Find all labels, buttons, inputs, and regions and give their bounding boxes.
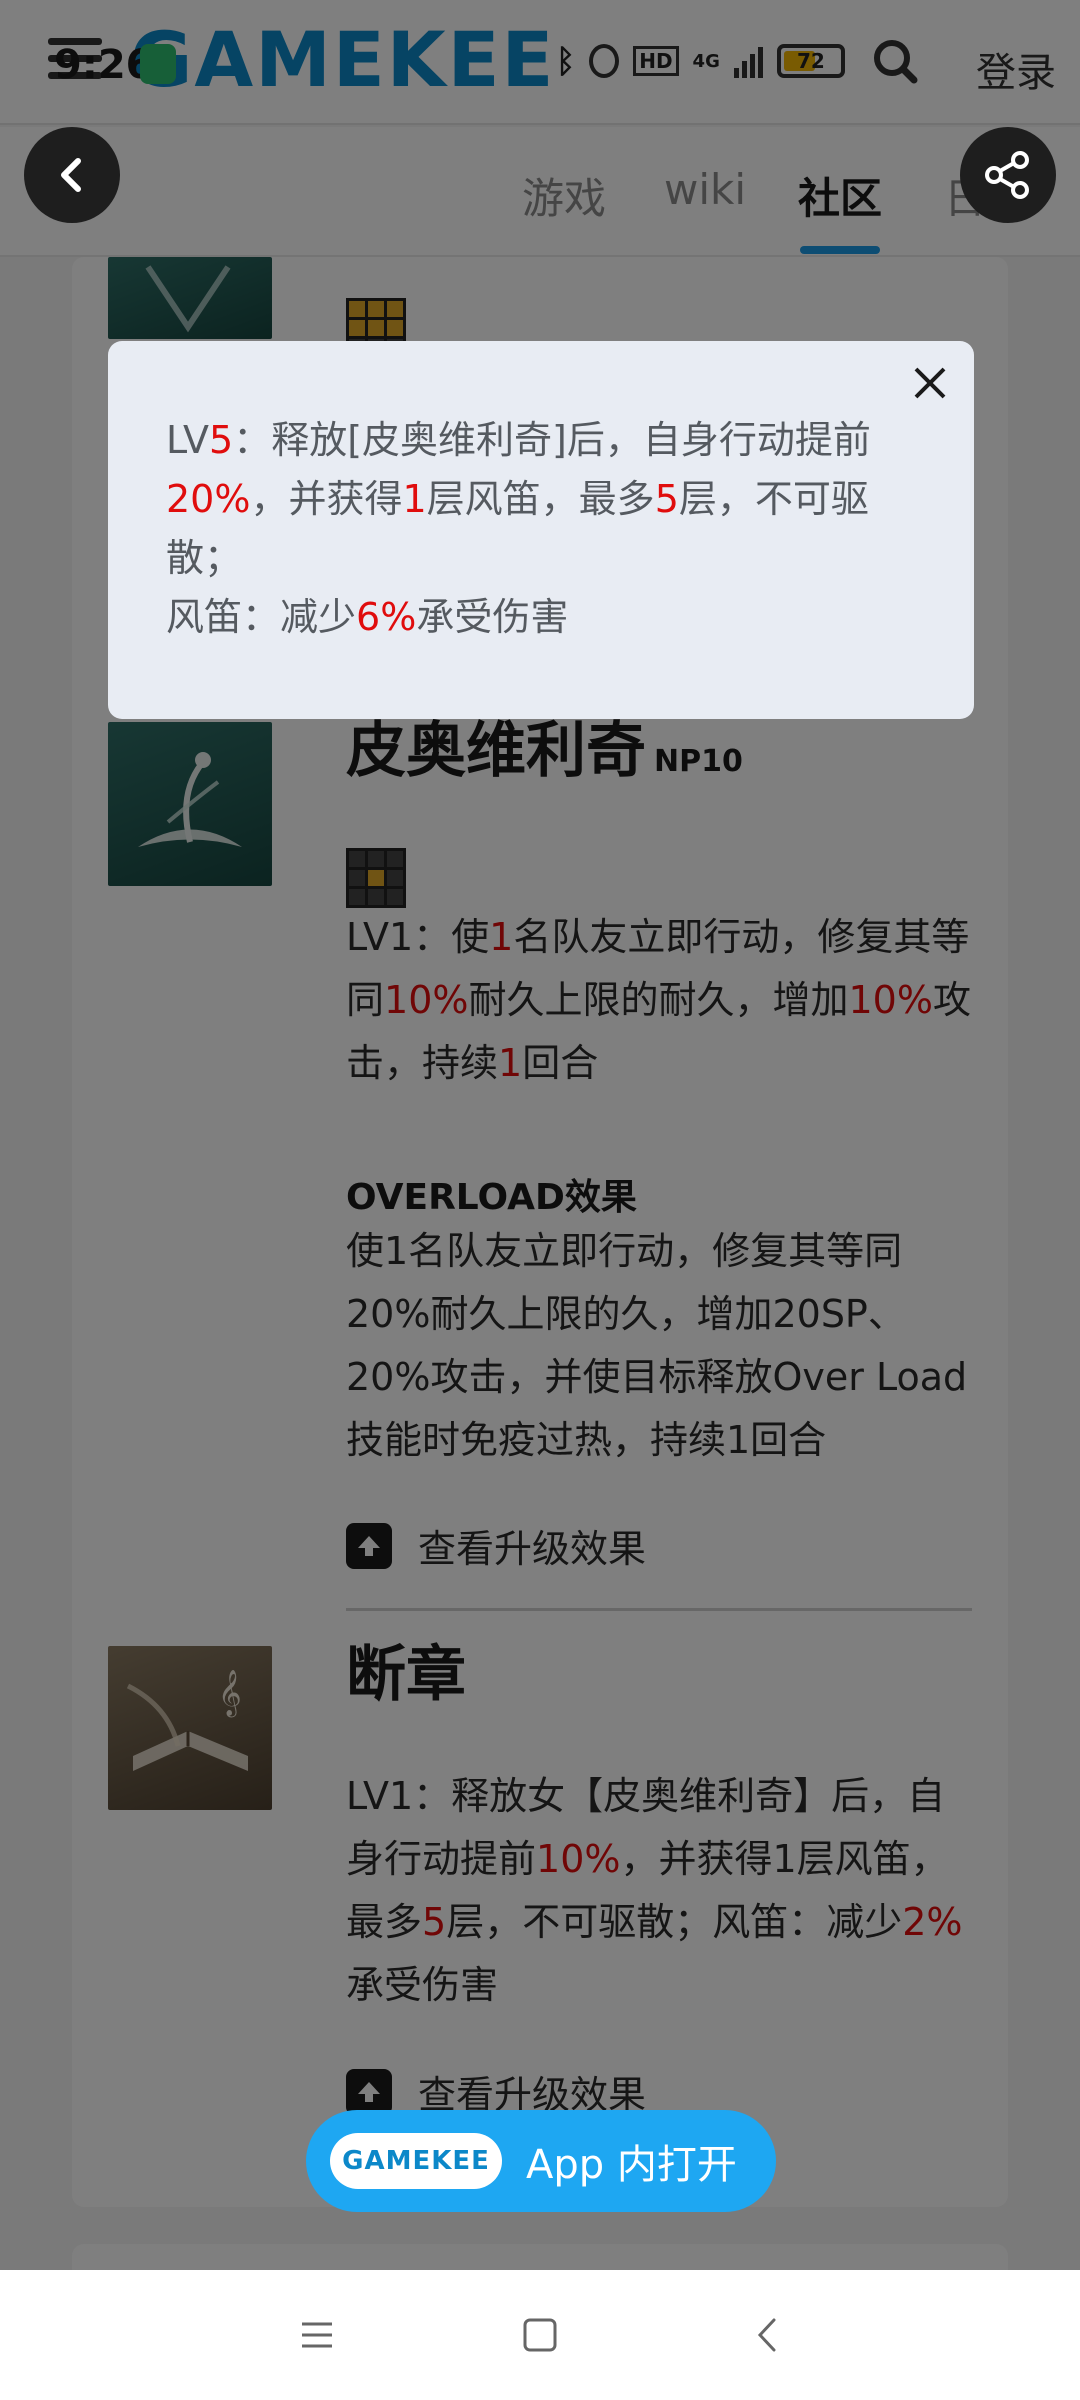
popup-text: ：释放[皮奥维利奇]后，自身行动提前: [233, 418, 871, 462]
popup-value: 6%: [356, 595, 417, 639]
close-icon[interactable]: [908, 361, 952, 405]
popup-text: 风笛：减少: [166, 595, 357, 639]
back-button[interactable]: [24, 127, 120, 223]
home-icon[interactable]: [517, 2312, 563, 2358]
system-nav-bar: [0, 2270, 1080, 2400]
popup-text: LV: [166, 418, 209, 462]
popup-description: LV5：释放[皮奥维利奇]后，自身行动提前20%，并获得1层风笛，最多5层，不可…: [166, 411, 926, 647]
popup-text: ，并获得: [250, 477, 403, 521]
popup-text: 承受伤害: [416, 595, 569, 639]
popup-text: 层风笛，最多: [426, 477, 655, 521]
popup-value: 20%: [166, 477, 251, 521]
open-in-app-label: App 内打开: [526, 2142, 737, 2188]
back-nav-icon[interactable]: [744, 2312, 790, 2358]
popup-value: 5: [654, 477, 679, 521]
open-in-app-button[interactable]: GAMEKEE App 内打开: [306, 2110, 776, 2212]
recent-apps-icon[interactable]: [294, 2312, 340, 2358]
share-icon: [985, 151, 1029, 199]
popup-value: 5: [209, 418, 234, 462]
chevron-left-icon: [61, 158, 81, 192]
popup-value: 1: [402, 477, 427, 521]
share-button[interactable]: [960, 127, 1056, 223]
app-logo: GAMEKEE: [330, 2133, 502, 2189]
skill-tooltip-popup: LV5：释放[皮奥维利奇]后，自身行动提前20%，并获得1层风笛，最多5层，不可…: [108, 341, 974, 719]
